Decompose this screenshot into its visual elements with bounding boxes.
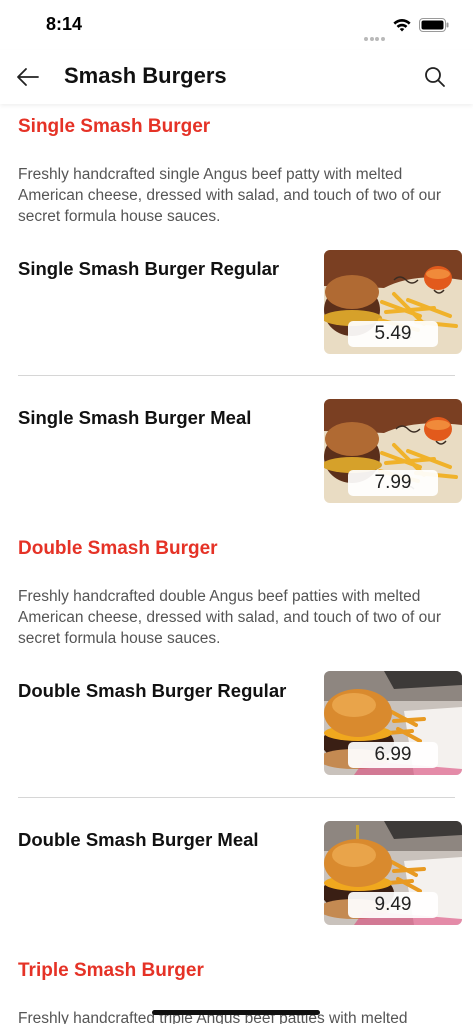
section-title: Triple Smash Burger (18, 960, 204, 981)
section-description: Freshly handcrafted double Angus beef pa… (18, 588, 442, 647)
section-description: Freshly handcrafted single Angus beef pa… (18, 166, 442, 225)
section-title: Double Smash Burger (18, 538, 218, 559)
menu-item-name[interactable]: Single Smash Burger Regular (18, 258, 308, 280)
status-bar: 8:14 (0, 0, 473, 50)
arrow-left-icon[interactable] (15, 64, 41, 90)
price-badge: 9.49 (348, 892, 438, 918)
menu-item-name[interactable]: Double Smash Burger Regular (18, 680, 308, 702)
menu-item-name[interactable]: Double Smash Burger Meal (18, 829, 308, 851)
home-indicator (152, 1010, 320, 1015)
price-badge: 6.99 (348, 742, 438, 768)
navigation-bar: Smash Burgers (0, 50, 473, 104)
menu-item-image[interactable]: 6.99 (324, 671, 462, 775)
menu-item-name[interactable]: Single Smash Burger Meal (18, 407, 308, 429)
menu-item-image[interactable]: 5.49 (324, 250, 462, 354)
wifi-icon (393, 19, 411, 32)
divider (18, 375, 455, 376)
price-badge: 5.49 (348, 321, 438, 347)
menu-item-image[interactable]: 7.99 (324, 399, 462, 503)
section-title: Single Smash Burger (18, 116, 211, 137)
battery-icon (419, 18, 449, 32)
menu-item-image[interactable]: 9.49 (324, 821, 462, 925)
divider (18, 797, 455, 798)
search-icon[interactable] (422, 64, 448, 90)
page-title: Smash Burgers (64, 63, 227, 88)
price-badge: 7.99 (348, 470, 438, 496)
status-time: 8:14 (46, 14, 83, 34)
signal-icon (364, 28, 386, 41)
